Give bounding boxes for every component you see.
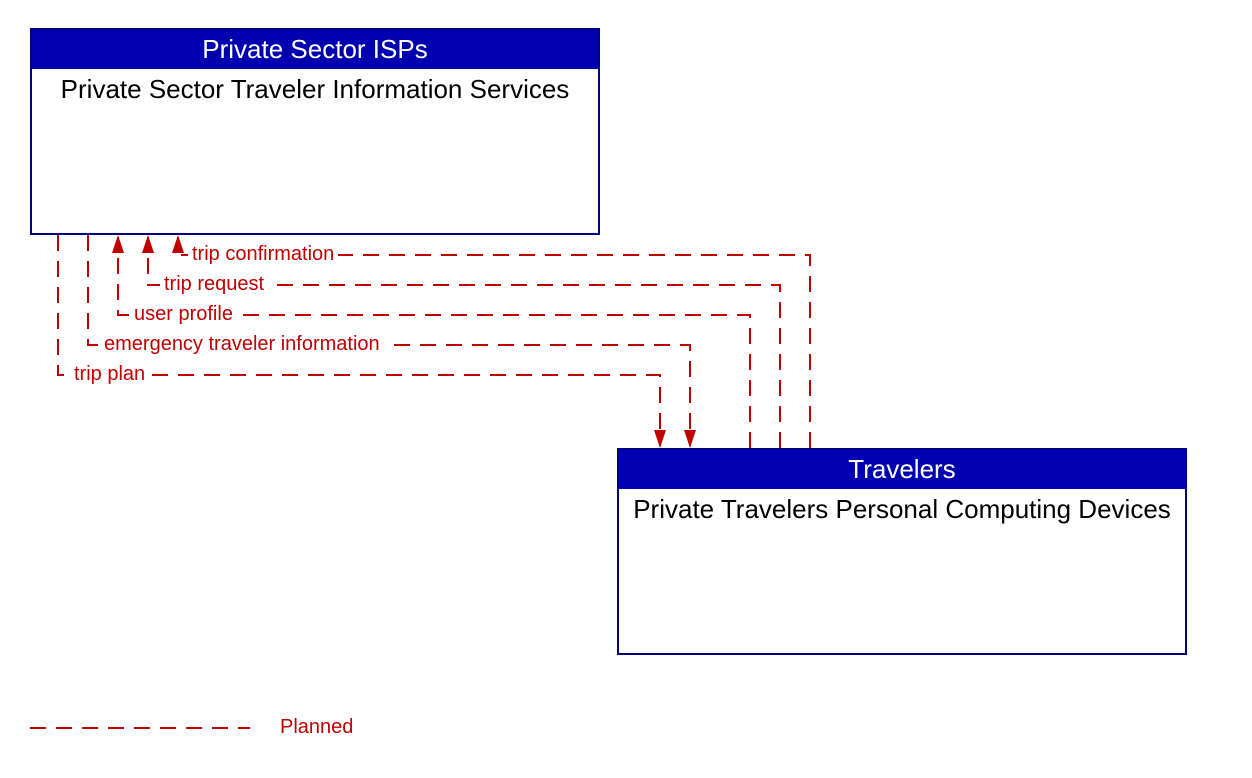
flow-label-trip-request: trip request (160, 273, 268, 296)
flow-label-trip-confirmation: trip confirmation (188, 243, 338, 266)
box-header-isp: Private Sector ISPs (32, 30, 598, 69)
flow-label-trip-plan: trip plan (70, 363, 149, 386)
flow-label-emergency-traveler-information: emergency traveler information (100, 333, 384, 356)
legend-planned-label: Planned (280, 716, 353, 739)
box-body-travelers: Private Travelers Personal Computing Dev… (619, 489, 1185, 531)
box-travelers: Travelers Private Travelers Personal Com… (617, 448, 1187, 655)
box-header-travelers: Travelers (619, 450, 1185, 489)
box-private-sector-isp: Private Sector ISPs Private Sector Trave… (30, 28, 600, 235)
box-body-isp: Private Sector Traveler Information Serv… (32, 69, 598, 111)
flow-label-user-profile: user profile (130, 303, 237, 326)
